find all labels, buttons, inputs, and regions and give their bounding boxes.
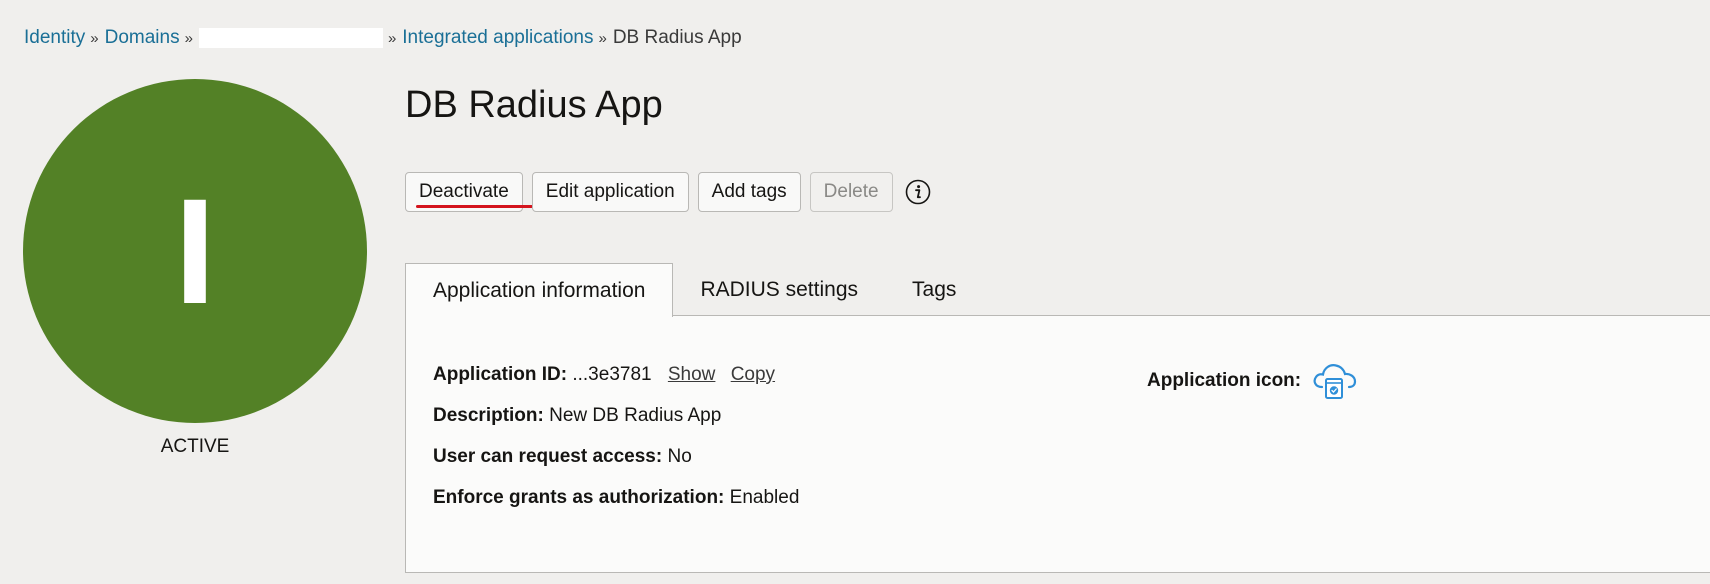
breadcrumb-integrated-applications[interactable]: Integrated applications: [402, 27, 593, 49]
enforce-grants-label: Enforce grants as authorization:: [433, 487, 725, 508]
application-id-label: Application ID:: [433, 364, 568, 385]
breadcrumb-separator: »: [387, 29, 397, 47]
cloud-app-icon: [1311, 361, 1357, 401]
status-label: ACTIVE: [160, 436, 230, 457]
breadcrumb-identity[interactable]: Identity: [24, 27, 85, 49]
application-icon-label: Application icon:: [1147, 370, 1302, 391]
request-access-value: No: [667, 446, 692, 467]
application-information-panel: Application ID: ...3e3781 Show Copy Desc…: [405, 315, 1710, 573]
tab-tags[interactable]: Tags: [885, 263, 983, 316]
breadcrumb-separator: »: [90, 29, 99, 47]
description-row: Description: New DB Radius App: [433, 405, 721, 427]
tab-bar: Application information RADIUS settings …: [405, 263, 983, 317]
info-icon[interactable]: [905, 179, 931, 205]
enforce-grants-value: Enabled: [729, 487, 800, 508]
deactivate-button-label: Deactivate: [419, 181, 509, 202]
enforce-grants-row: Enforce grants as authorization: Enabled: [433, 487, 799, 509]
application-id-row: Application ID: ...3e3781 Show Copy: [433, 364, 775, 386]
tab-radius-settings[interactable]: RADIUS settings: [673, 263, 885, 316]
request-access-row: User can request access: No: [433, 446, 692, 468]
page-title: DB Radius App: [405, 84, 663, 126]
action-toolbar: Deactivate Edit application Add tags Del…: [405, 172, 931, 212]
tab-application-information[interactable]: Application information: [405, 263, 674, 317]
deactivate-button[interactable]: Deactivate: [405, 172, 533, 212]
show-id-link[interactable]: Show: [668, 364, 716, 385]
breadcrumb-redacted-domain[interactable]: [198, 28, 383, 48]
breadcrumb: Identity » Domains » » Integrated applic…: [24, 27, 742, 49]
request-access-label: User can request access:: [433, 446, 663, 467]
application-icon-row: Application icon:: [1147, 361, 1357, 401]
delete-button[interactable]: Delete: [809, 172, 893, 212]
description-label: Description:: [433, 405, 544, 426]
application-id-value: ...3e3781: [572, 364, 652, 385]
breadcrumb-separator: »: [598, 29, 607, 47]
breadcrumb-current: DB Radius App: [612, 27, 742, 48]
breadcrumb-separator: »: [184, 29, 193, 47]
add-tags-button[interactable]: Add tags: [697, 172, 801, 212]
avatar-letter: I: [174, 167, 216, 335]
breadcrumb-domains[interactable]: Domains: [105, 27, 180, 49]
copy-id-link[interactable]: Copy: [731, 364, 775, 385]
description-value: New DB Radius App: [549, 405, 722, 426]
edit-application-button[interactable]: Edit application: [531, 172, 689, 212]
deactivate-highlight-underline: [416, 205, 533, 208]
app-avatar: I: [23, 79, 367, 423]
